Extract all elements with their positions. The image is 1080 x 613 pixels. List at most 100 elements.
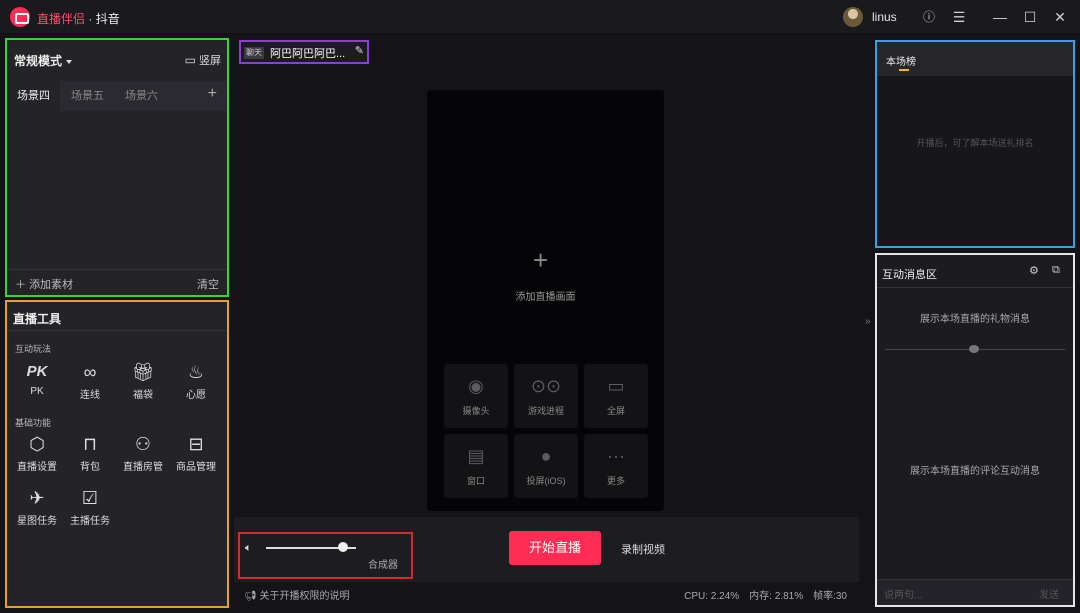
message-input-row: 说两句... 发送	[877, 579, 1073, 605]
tool-star-task[interactable]: ✈ 星图任务	[11, 486, 63, 527]
star-task-icon: ✈	[29, 488, 45, 508]
tool-pk[interactable]: PK PK	[11, 360, 63, 397]
gamepad-icon: ⊙⊙	[530, 376, 562, 396]
megaphone-icon: 📢︎	[244, 591, 257, 602]
chevron-down-icon	[66, 59, 73, 64]
source-fullscreen[interactable]: ▭ 全屏	[584, 364, 648, 428]
tool-label: PK	[30, 386, 44, 397]
settings-icon: ⬡	[29, 434, 45, 454]
tool-label: 心愿	[186, 390, 206, 401]
live-title-tag[interactable]: 聊天 阿巴阿巴阿巴... ✎	[239, 40, 369, 64]
title-separator: ·	[85, 12, 96, 26]
volume-slider-handle[interactable]	[337, 542, 348, 552]
start-live-button[interactable]: 开始直播	[509, 531, 601, 565]
rank-header: 本场榜	[877, 42, 1073, 76]
tool-anchor-task[interactable]: ☑ 主播任务	[64, 486, 116, 527]
window-icon: ▤	[467, 446, 485, 466]
tab-scene-4[interactable]: 场景四	[7, 81, 60, 111]
add-scene-icon[interactable]: +	[208, 85, 217, 103]
gift-messages-placeholder: 展示本场直播的礼物消息	[920, 314, 1030, 325]
gift-bag-icon: 🎁︎	[131, 362, 155, 382]
tool-link[interactable]: ∞ 连线	[64, 360, 116, 401]
close-icon[interactable]: ✕	[1051, 8, 1069, 26]
username[interactable]: linus	[872, 10, 897, 24]
tab-scene-6[interactable]: 场景六	[115, 81, 168, 111]
source-window[interactable]: ▤ 窗口	[444, 434, 508, 498]
comment-messages-placeholder: 展示本场直播的评论互动消息	[910, 466, 1040, 477]
anchor-task-icon: ☑	[81, 488, 99, 508]
app-title: 直播伴侣 · 抖音	[37, 10, 120, 27]
permission-notice-link[interactable]: 📢︎ 关于开播权限的说明	[244, 587, 349, 602]
source-label: 摄像头	[462, 406, 490, 416]
message-input[interactable]: 说两句...	[884, 586, 922, 601]
portrait-toggle[interactable]: ▭ 竖屏	[185, 52, 221, 68]
section-interactive: 互动玩法	[15, 344, 52, 354]
section-basic: 基础功能	[15, 418, 52, 428]
tool-label: 福袋	[133, 390, 153, 401]
messages-title: 互动消息区	[882, 269, 937, 281]
portrait-icon: ▭	[184, 53, 196, 67]
tab-scene-5[interactable]: 场景五	[61, 81, 114, 111]
minimize-icon[interactable]: —	[991, 8, 1009, 26]
app-name: 直播伴侣	[37, 12, 86, 26]
settings-icon[interactable]: ⚙	[1029, 264, 1039, 277]
interaction-messages-panel: 互动消息区 ⚙ ⧉ 展示本场直播的礼物消息 展示本场直播的评论互动消息 说两句.…	[875, 253, 1075, 607]
notice-text: 关于开播权限的说明	[259, 591, 350, 602]
source-label: 投屏(iOS)	[526, 476, 566, 486]
tool-wish[interactable]: ♨ 心愿	[170, 360, 222, 401]
tool-label: 直播房管	[123, 462, 163, 473]
tool-store[interactable]: ⊟ 商品管理	[170, 432, 222, 473]
source-label: 更多	[606, 476, 625, 486]
source-more[interactable]: ··· 更多	[584, 434, 648, 498]
tool-label: 连线	[80, 390, 100, 401]
source-label: 全屏	[606, 406, 625, 416]
source-camera[interactable]: ◉ 摄像头	[444, 364, 508, 428]
app-logo-icon	[10, 7, 30, 27]
add-scene-plus-icon[interactable]: +	[533, 245, 548, 276]
tool-room-admin[interactable]: ⚇ 直播房管	[117, 432, 169, 473]
active-tab-underline	[899, 69, 909, 71]
divider	[877, 287, 1073, 288]
speaker-icon[interactable]: 🔈︎	[245, 542, 252, 555]
volume-control: 🔈︎ 合成器	[238, 532, 413, 579]
pk-icon: PK	[26, 363, 48, 380]
source-label: 窗口	[466, 476, 485, 486]
more-icon: ···	[607, 446, 625, 466]
tool-backpack[interactable]: ⊓ 背包	[64, 432, 116, 473]
live-tools-panel: 直播工具 互动玩法 PK PK ∞ 连线 🎁︎ 福袋 ♨ 心愿 基础功能 ⬡ 直播设置 ⊓…	[5, 300, 229, 608]
tool-gift-bag[interactable]: 🎁︎ 福袋	[117, 360, 169, 401]
divider	[7, 330, 227, 331]
tool-live-settings[interactable]: ⬡ 直播设置	[11, 432, 63, 473]
source-ios-cast[interactable]: ● 投屏(iOS)	[514, 434, 578, 498]
title-bar: 直播伴侣 · 抖音 linus ⓘ ☰ — ☐ ✕	[0, 0, 1080, 34]
edit-icon[interactable]: ✎	[355, 44, 364, 57]
cpu-usage: CPU: 2.24%	[684, 591, 740, 602]
maximize-icon[interactable]: ☐	[1021, 8, 1039, 26]
mode-label: 常规模式	[14, 54, 63, 68]
rank-tab[interactable]: 本场榜	[886, 53, 916, 68]
collapse-right-panel-icon[interactable]: »	[865, 316, 871, 327]
performance-stats: CPU: 2.24% 内存: 2.81% 帧率:30	[674, 587, 847, 602]
tool-label: 主播任务	[70, 516, 110, 527]
send-button[interactable]: 发送	[1039, 586, 1059, 601]
link-icon: ∞	[83, 362, 97, 382]
popout-icon[interactable]: ⧉	[1052, 264, 1060, 277]
plus-icon: ＋	[15, 279, 26, 291]
help-icon[interactable]: ⓘ	[920, 8, 938, 26]
add-material-label: 添加素材	[29, 279, 74, 291]
avatar[interactable]	[843, 7, 863, 27]
clear-button[interactable]: 清空	[197, 276, 219, 292]
store-icon: ⊟	[188, 434, 204, 454]
room-admin-icon: ⚇	[134, 434, 152, 454]
split-handle[interactable]	[969, 345, 979, 353]
memory-usage: 内存: 2.81%	[749, 591, 804, 602]
mode-dropdown[interactable]: 常规模式	[14, 52, 73, 69]
menu-icon[interactable]: ☰	[950, 8, 968, 26]
mixer-label[interactable]: 合成器	[368, 556, 398, 571]
tool-label: 星图任务	[17, 516, 57, 527]
add-material-button[interactable]: ＋ 添加素材	[15, 276, 73, 292]
live-preview[interactable]: + 添加直播画面 ◉ 摄像头 ⊙⊙ 游戏进程 ▭ 全屏 ▤ 窗口 ● 投屏(iOS) ··…	[427, 90, 664, 511]
source-game[interactable]: ⊙⊙ 游戏进程	[514, 364, 578, 428]
record-video-button[interactable]: 录制视频	[621, 541, 665, 557]
add-scene-label: 添加直播画面	[515, 292, 576, 303]
